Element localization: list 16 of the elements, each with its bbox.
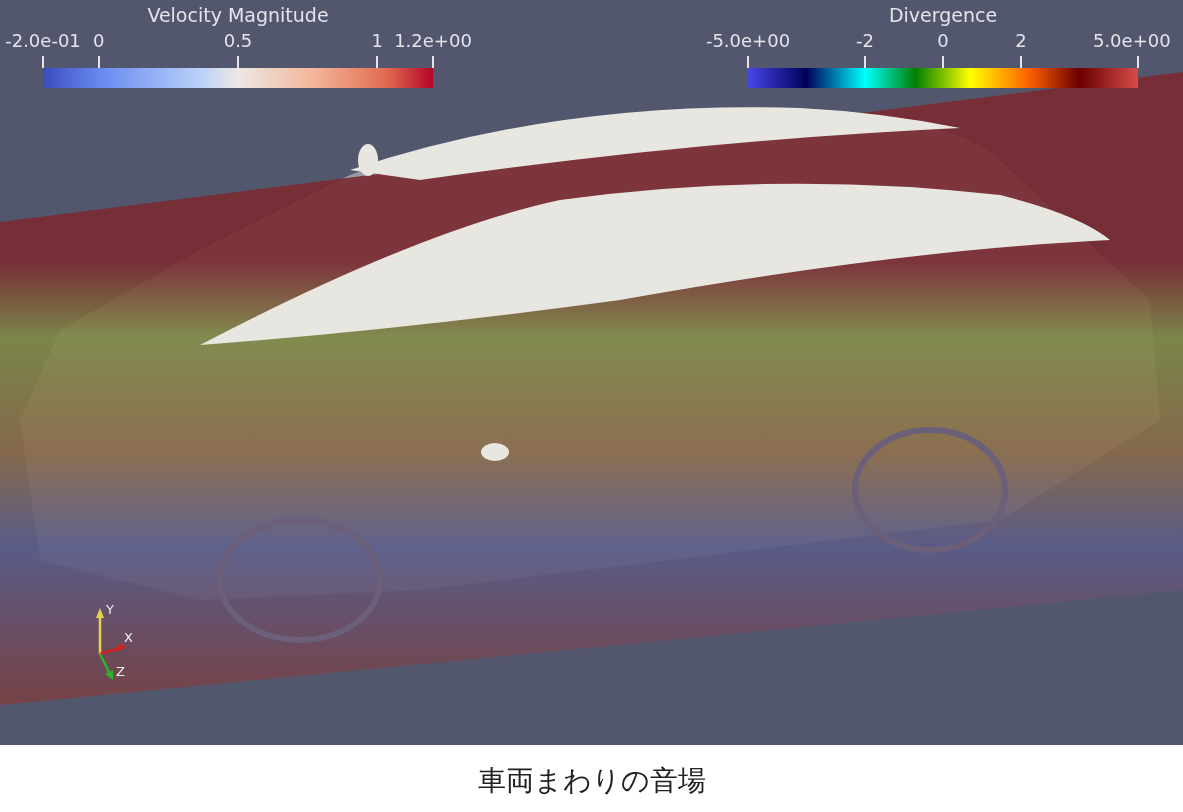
- legend-tick-label: 0: [93, 30, 105, 51]
- axis-label: Y: [106, 602, 114, 617]
- legend-tick-label: -2.0e-01: [5, 30, 81, 51]
- legend-tick-label: 0.5: [223, 30, 253, 51]
- figure-caption: 車両まわりの音場: [476, 762, 707, 799]
- legend-tick-label: -2: [856, 30, 874, 51]
- legend-tick-label: -5.0e+00: [705, 30, 791, 51]
- legend-tick-label: 0: [937, 30, 949, 51]
- axis-label: Z: [116, 664, 125, 679]
- legend-tick-label: 1.2e+00: [394, 30, 472, 51]
- legend-title: Divergence: [887, 4, 999, 28]
- legend-tick-label: 5.0e+00: [1092, 30, 1171, 51]
- legend-title: Velocity Magnitude: [146, 4, 330, 28]
- legend-tick-label: 1: [371, 30, 383, 51]
- legend-tick-label: 2: [1015, 30, 1027, 51]
- axis-label: X: [124, 630, 133, 645]
